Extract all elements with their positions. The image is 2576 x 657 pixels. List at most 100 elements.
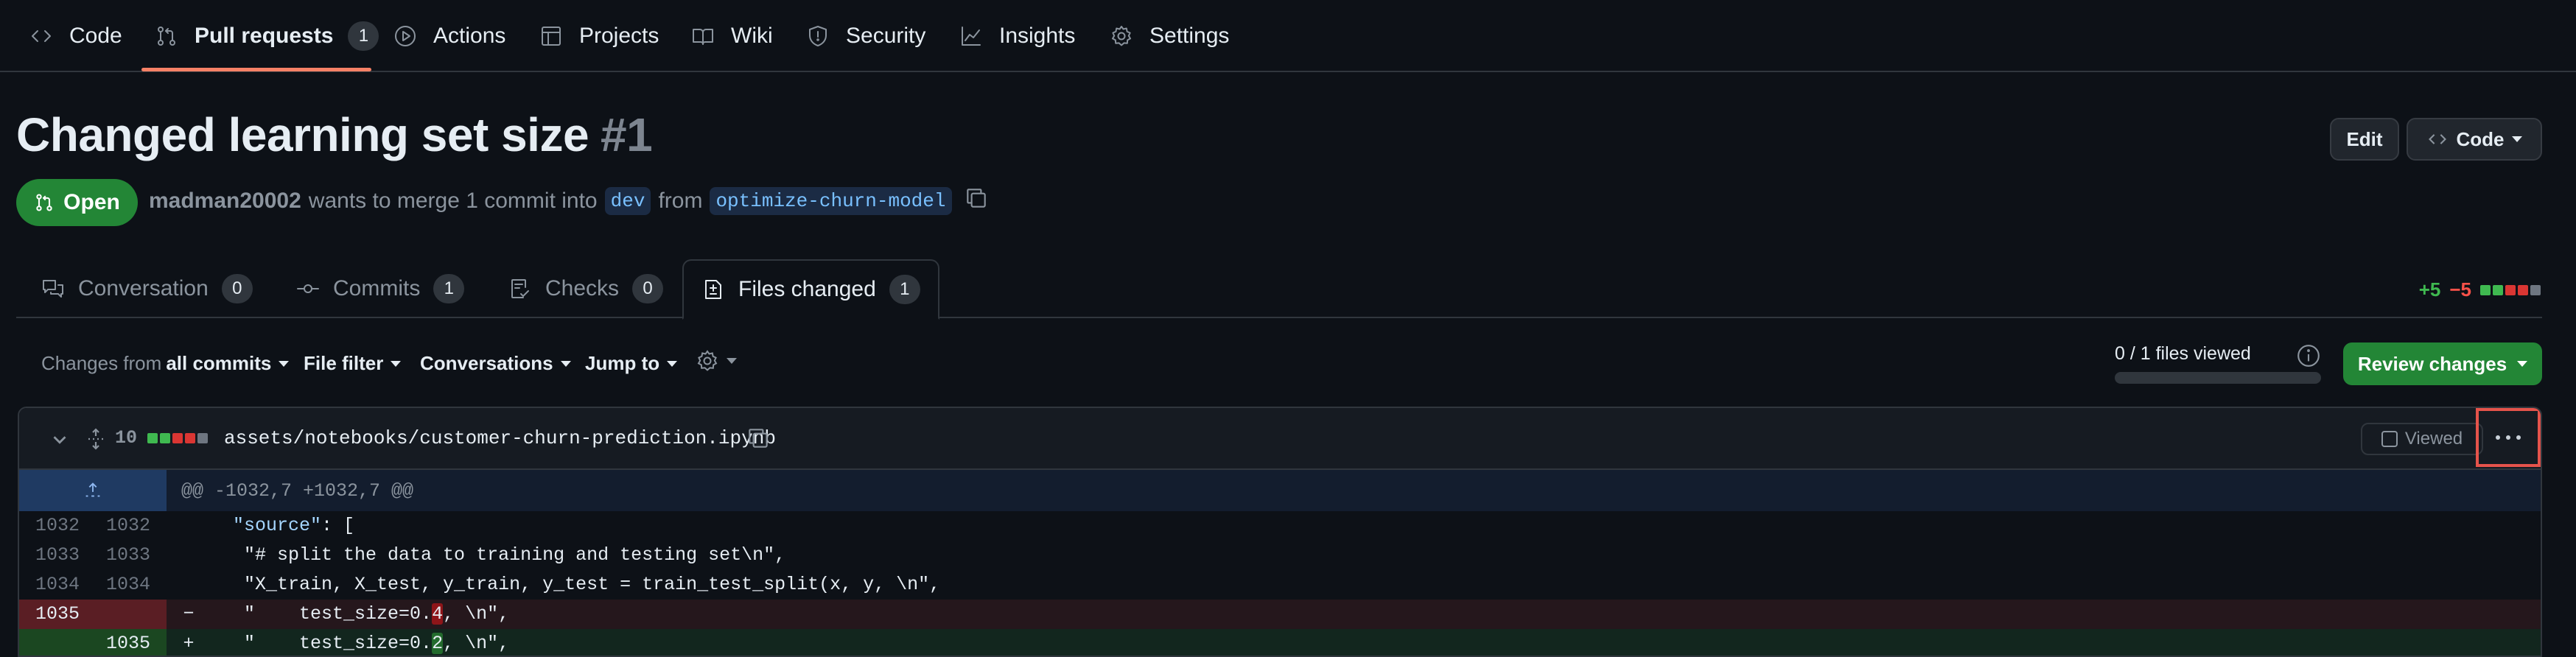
chevron-down-icon bbox=[391, 360, 402, 367]
json-key: "source" bbox=[233, 515, 322, 536]
changed-char-highlight: 4 bbox=[432, 603, 444, 625]
nav-code-label: Code bbox=[69, 24, 122, 48]
status-badge-label: Open bbox=[63, 190, 120, 214]
nav-settings[interactable]: Settings bbox=[1110, 0, 1229, 72]
viewed-label: Viewed bbox=[2404, 429, 2463, 449]
author-link[interactable]: madman20002 bbox=[149, 189, 301, 214]
base-branch[interactable]: dev bbox=[604, 187, 651, 215]
diffstat-block-del bbox=[172, 432, 183, 443]
tab-commits-label: Commits bbox=[333, 276, 421, 301]
pr-tabs: Conversation 0 Commits 1 Checks 0 Files … bbox=[0, 259, 2542, 320]
diff-code: " test_size=0.2, \n", bbox=[244, 633, 510, 654]
code-button-label: Code bbox=[2456, 127, 2505, 150]
diff-sign: − bbox=[183, 603, 195, 625]
tab-conversation-count: 0 bbox=[221, 274, 253, 303]
nav-wiki[interactable]: Wiki bbox=[691, 0, 773, 72]
diffstat-block-neutral bbox=[197, 432, 209, 443]
active-nav-underline bbox=[141, 68, 371, 71]
shield-icon bbox=[809, 26, 827, 46]
nav-projects-label: Projects bbox=[579, 24, 659, 48]
file-path[interactable]: assets/notebooks/customer-churn-predicti… bbox=[224, 427, 776, 449]
git-pull-request-icon bbox=[36, 194, 52, 211]
new-line-number[interactable]: 1035 bbox=[93, 629, 167, 656]
edit-button-label: Edit bbox=[2346, 127, 2383, 150]
chevron-down-icon bbox=[279, 360, 290, 367]
old-line-number[interactable]: 1035 bbox=[19, 600, 93, 629]
play-icon bbox=[395, 26, 416, 46]
diff-sign: + bbox=[183, 633, 195, 654]
nav-projects[interactable]: Projects bbox=[539, 0, 659, 72]
new-line-number[interactable] bbox=[93, 600, 167, 629]
diff-code: "# split the data to training and testin… bbox=[244, 544, 786, 566]
tab-conversation[interactable]: Conversation 0 bbox=[24, 259, 270, 318]
nav-code[interactable]: Code bbox=[29, 0, 122, 72]
checklist-icon bbox=[511, 279, 529, 298]
changes-from-menu[interactable]: Changes from all commits bbox=[41, 352, 290, 375]
tab-checks[interactable]: Checks 0 bbox=[491, 259, 681, 318]
pr-number: #1 bbox=[601, 108, 653, 161]
expand-all-button[interactable] bbox=[84, 427, 108, 454]
nav-actions-label: Actions bbox=[433, 24, 506, 48]
files-viewed-info[interactable] bbox=[2296, 343, 2321, 368]
copy-path-button[interactable] bbox=[746, 426, 771, 454]
diffstat-block-del bbox=[185, 432, 196, 443]
expand-up-button[interactable] bbox=[19, 470, 167, 511]
nav-pull-requests[interactable]: Pull requests 1 bbox=[155, 0, 379, 72]
new-line-number[interactable]: 1033 bbox=[93, 541, 167, 570]
comment-discussion-icon bbox=[43, 280, 63, 298]
file-diffstat-blocks bbox=[147, 432, 209, 443]
file-filter-label: File filter bbox=[304, 352, 384, 374]
files-viewed-progress: 0 / 1 files viewed bbox=[2115, 343, 2321, 384]
new-line-number[interactable]: 1032 bbox=[93, 511, 167, 541]
files-viewed-label: 0 / 1 files viewed bbox=[2115, 343, 2251, 364]
review-changes-button[interactable]: Review changes bbox=[2343, 342, 2542, 385]
viewed-checkbox[interactable]: Viewed bbox=[2361, 423, 2483, 455]
code-button[interactable]: Code bbox=[2407, 118, 2542, 161]
copy-branch-button[interactable] bbox=[964, 186, 989, 217]
conversations-menu[interactable]: Conversations bbox=[420, 352, 571, 375]
new-line-number[interactable]: 1034 bbox=[93, 570, 167, 600]
kebab-dot bbox=[2516, 435, 2521, 440]
code-icon bbox=[32, 30, 51, 42]
pull-requests-count: 1 bbox=[348, 21, 379, 51]
diff-line-context: 1033 1033 "# split the data to training a… bbox=[19, 541, 2541, 570]
file-actions-menu-button[interactable] bbox=[2476, 408, 2541, 467]
chevron-down-icon bbox=[560, 360, 571, 367]
collapse-file-button[interactable] bbox=[49, 429, 71, 454]
diff-sign bbox=[167, 511, 211, 541]
table-icon bbox=[542, 27, 561, 46]
diffstat-block-add bbox=[160, 432, 171, 443]
diffstat-block-neutral bbox=[2530, 284, 2541, 295]
nav-pull-requests-label: Pull requests bbox=[195, 24, 334, 48]
book-icon bbox=[693, 29, 713, 45]
nav-insights[interactable]: Insights bbox=[959, 0, 1075, 72]
old-line-number[interactable]: 1032 bbox=[19, 511, 93, 541]
diff-settings-menu[interactable] bbox=[696, 349, 737, 373]
nav-actions[interactable]: Actions bbox=[393, 0, 505, 72]
diff-sign bbox=[167, 570, 211, 600]
diffstat-block-del bbox=[2518, 284, 2528, 295]
gear-icon bbox=[697, 350, 718, 371]
head-branch[interactable]: optimize-churn-model bbox=[710, 187, 952, 215]
nav-security[interactable]: Security bbox=[806, 0, 925, 72]
graph-icon bbox=[962, 27, 981, 46]
merge-text: wants to merge 1 commit into bbox=[308, 189, 598, 213]
nav-settings-label: Settings bbox=[1149, 24, 1230, 48]
chevron-down-icon bbox=[2511, 136, 2522, 142]
tab-files-changed-count: 1 bbox=[889, 275, 920, 304]
file-filter-menu[interactable]: File filter bbox=[304, 352, 402, 375]
edit-button[interactable]: Edit bbox=[2330, 118, 2399, 161]
fold-up-icon bbox=[85, 482, 100, 497]
file-diff-icon bbox=[705, 280, 721, 299]
old-line-number[interactable]: 1034 bbox=[19, 570, 93, 600]
old-line-number[interactable]: 1033 bbox=[19, 541, 93, 570]
old-line-number[interactable] bbox=[19, 629, 93, 656]
jump-to-menu[interactable]: Jump to bbox=[585, 352, 678, 375]
tab-files-changed[interactable]: Files changed 1 bbox=[682, 259, 939, 320]
diffstat-block-del bbox=[2505, 284, 2516, 295]
tab-commits[interactable]: Commits 1 bbox=[279, 259, 482, 318]
diffstat-block-add bbox=[147, 432, 158, 443]
file-diff: 10 assets/notebooks/customer-churn-predi… bbox=[18, 407, 2542, 657]
diff-code: "source": [ bbox=[233, 515, 355, 536]
chevron-down-icon bbox=[53, 436, 66, 444]
